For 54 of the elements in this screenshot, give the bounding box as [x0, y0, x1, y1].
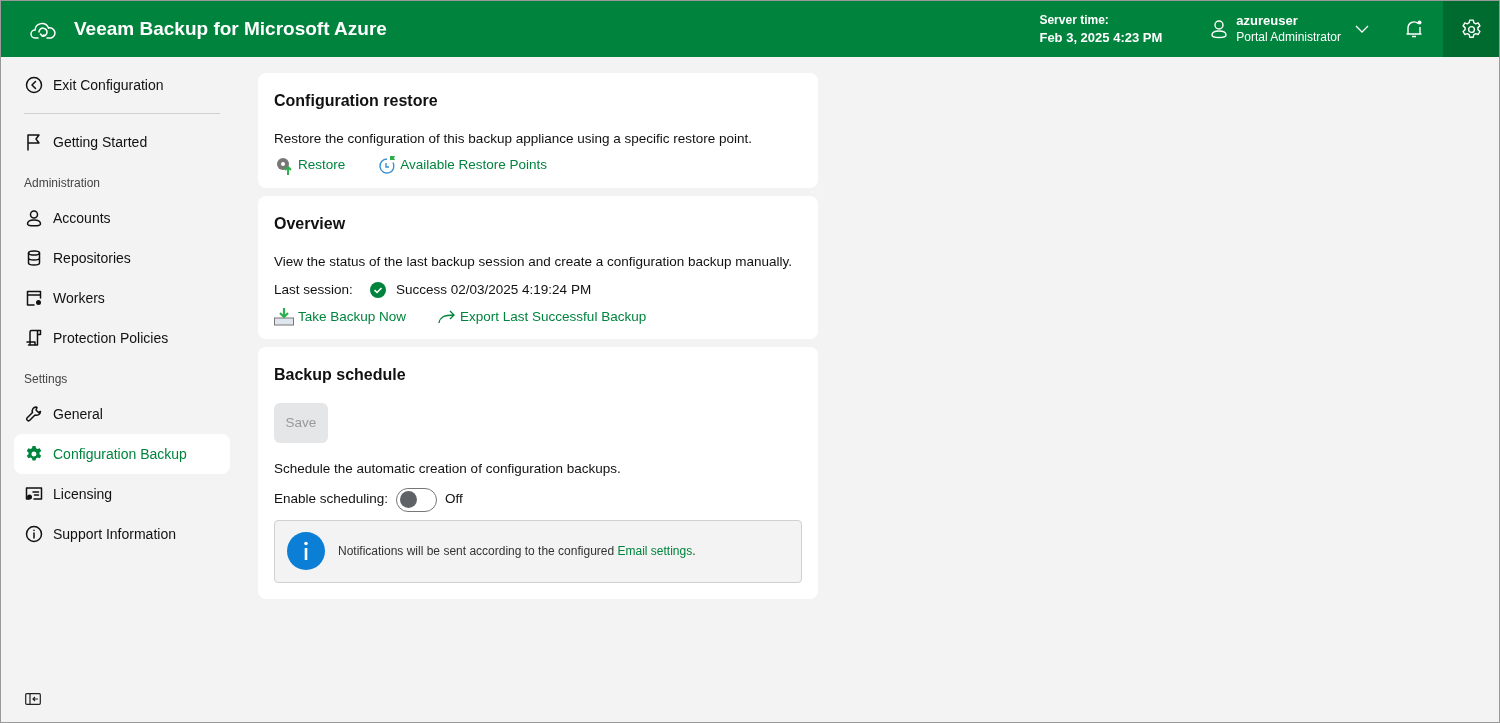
action-link[interactable]: Restore — [274, 155, 346, 176]
card-description: View the status of the last backup session and create a configuration backup manually. — [274, 252, 794, 271]
action-link[interactable]: Take Backup Now — [274, 307, 407, 328]
user-name: azureuser — [1236, 12, 1298, 29]
clock-flag-icon — [377, 155, 398, 176]
user-menu[interactable]: azureuser Portal Administrator — [1210, 12, 1369, 46]
action-link[interactable]: Export Last Successful Backup — [438, 307, 647, 328]
section-label: Settings — [23, 371, 69, 388]
share-arrow-icon — [438, 310, 457, 325]
server-time-label: Server time: — [1039, 12, 1110, 29]
database-icon — [25, 249, 43, 267]
sidebar-item[interactable]: General — [14, 394, 230, 434]
collapse-sidebar-button[interactable] — [25, 692, 41, 706]
card-description: Restore the configuration of this backup appliance using a specific restore point. — [274, 130, 754, 148]
info-icon — [287, 532, 325, 570]
toggle-state: Off — [445, 490, 463, 509]
toggle-label: Enable scheduling: — [274, 490, 389, 509]
note-text: Notifications will be sent according to the configured Email settings. — [338, 543, 696, 560]
sidebar-item[interactable]: Repositories — [14, 238, 230, 278]
settings-icon — [1460, 18, 1482, 40]
wrench-icon — [25, 405, 43, 423]
user-icon — [25, 209, 43, 227]
sidebar-item[interactable]: Licensing — [14, 474, 230, 514]
sidebar-item[interactable]: Getting Started — [14, 122, 230, 162]
download-tray-icon — [274, 307, 294, 328]
back-icon — [25, 76, 43, 94]
collapse-icon — [25, 693, 41, 705]
scheduling-switch[interactable] — [396, 487, 438, 512]
success-icon — [370, 281, 386, 298]
scroll-icon — [25, 329, 43, 347]
last-session-status: Success 02/03/2025 4:19:24 PM — [396, 280, 592, 299]
card-description: Schedule the automatic creation of configuration backups. — [274, 460, 622, 479]
app-title: Veeam Backup for Microsoft Azure — [74, 16, 387, 41]
sidebar-item[interactable]: Configuration Backup — [14, 434, 230, 474]
info-icon — [25, 525, 43, 543]
flag-icon — [25, 133, 43, 151]
sidebar-item[interactable]: Support Information — [14, 514, 230, 554]
gear-icon — [25, 445, 43, 463]
card-title: Overview — [274, 213, 347, 234]
certificate-icon — [25, 485, 43, 503]
user-icon — [1210, 19, 1229, 39]
settings-button[interactable] — [1443, 1, 1499, 57]
sidebar-item[interactable]: Protection Policies — [14, 318, 230, 358]
card-title: Configuration restore — [274, 91, 439, 111]
user-role: Portal Administrator — [1236, 29, 1341, 46]
section-label: Administration — [23, 175, 102, 192]
sidebar-item[interactable]: Accounts — [14, 198, 230, 238]
chevron-down-icon — [1355, 25, 1369, 33]
card-title: Backup schedule — [274, 365, 407, 386]
server-time: Feb 3, 2025 4:23 PM — [1039, 29, 1163, 46]
last-session-label: Last session: — [274, 280, 354, 299]
action-link[interactable]: Available Restore Points — [377, 155, 548, 176]
sidebar-item[interactable]: Exit Configuration — [14, 65, 230, 105]
sidebar-item[interactable]: Workers — [14, 278, 230, 318]
